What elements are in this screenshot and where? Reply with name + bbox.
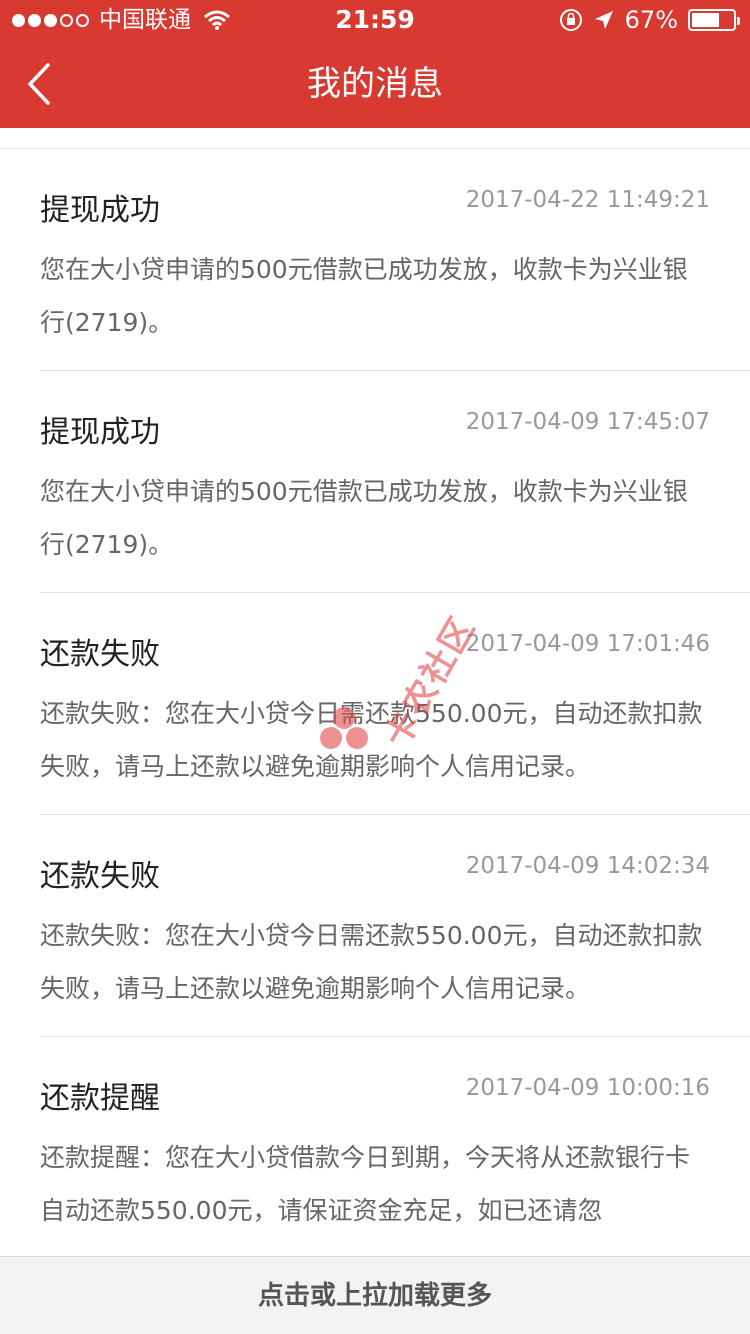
load-more-button[interactable]: 点击或上拉加载更多: [0, 1256, 750, 1334]
message-list: 提现成功 2017-04-22 11:49:21 您在大小贷申请的500元借款已…: [0, 148, 750, 1259]
message-body: 还款失败：您在大小贷今日需还款550.00元，自动还款扣款失败，请马上还款以避免…: [40, 921, 703, 1003]
status-bar: 中国联通 21:59 67%: [0, 0, 750, 40]
location-arrow-icon: [594, 11, 613, 29]
message-time: 2017-04-22 11:49:21: [465, 187, 710, 213]
battery-icon: [688, 9, 740, 31]
message-item[interactable]: 提现成功 2017-04-22 11:49:21 您在大小贷申请的500元借款已…: [40, 149, 750, 371]
message-time: 2017-04-09 10:00:16: [465, 1075, 710, 1101]
message-item[interactable]: 还款失败 2017-04-09 17:01:46 还款失败：您在大小贷今日需还款…: [40, 593, 750, 815]
message-body: 还款提醒：您在大小贷借款今日到期，今天将从还款银行卡自动还款550.00元，请保…: [40, 1143, 691, 1225]
message-time: 2017-04-09 14:02:34: [465, 853, 710, 879]
message-time: 2017-04-09 17:01:46: [465, 631, 710, 657]
status-right: 67%: [559, 0, 740, 40]
message-item[interactable]: 还款失败 2017-04-09 14:02:34 还款失败：您在大小贷今日需还款…: [40, 815, 750, 1037]
header: 中国联通 21:59 67% 我的消息: [0, 0, 750, 128]
message-item[interactable]: 提现成功 2017-04-09 17:45:07 您在大小贷申请的500元借款已…: [40, 371, 750, 593]
battery-percent: 67%: [624, 6, 678, 34]
message-body: 您在大小贷申请的500元借款已成功发放，收款卡为兴业银行(2719)。: [40, 255, 688, 337]
message-title: 还款失败: [40, 637, 160, 672]
orientation-lock-icon: [559, 9, 582, 31]
message-time: 2017-04-09 17:45:07: [465, 409, 710, 435]
message-body: 您在大小贷申请的500元借款已成功发放，收款卡为兴业银行(2719)。: [40, 477, 688, 559]
message-title: 提现成功: [40, 415, 160, 450]
message-title: 还款提醒: [40, 1081, 160, 1116]
message-title: 还款失败: [40, 859, 160, 894]
battery-fill: [692, 13, 719, 27]
nav-bar: 我的消息: [0, 40, 750, 128]
page-title: 我的消息: [307, 64, 443, 104]
message-title: 提现成功: [40, 193, 160, 228]
message-body: 还款失败：您在大小贷今日需还款550.00元，自动还款扣款失败，请马上还款以避免…: [40, 699, 703, 781]
message-item[interactable]: 还款提醒 2017-04-09 10:00:16 还款提醒：您在大小贷借款今日到…: [40, 1037, 750, 1259]
